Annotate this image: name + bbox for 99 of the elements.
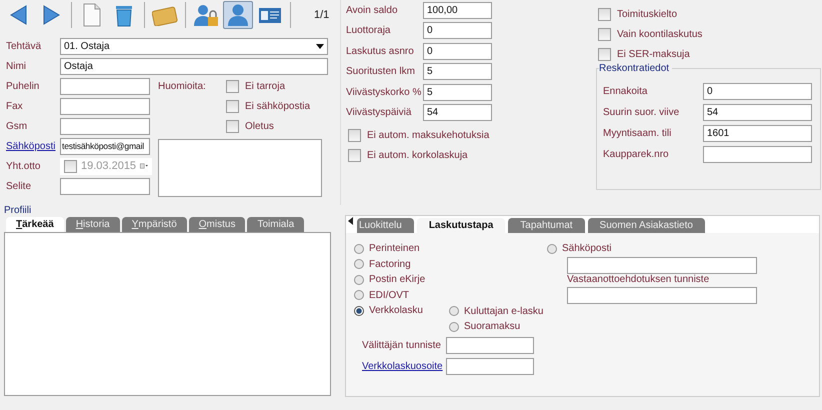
input-field[interactable]: 0 [703, 83, 812, 100]
input-field[interactable]: 5 [423, 84, 492, 101]
checkbox[interactable] [226, 80, 239, 92]
field-label: Nimi [6, 60, 27, 72]
radio-label: Kuluttajan e-lasku [464, 306, 544, 317]
id-card-icon [258, 5, 282, 25]
field-label: Viivästyskorko % [346, 86, 422, 98]
field-label: Suurin suor. viive [603, 107, 680, 118]
radio-button[interactable] [354, 244, 364, 254]
radio-button[interactable] [354, 290, 364, 300]
tab[interactable]: Tapahtumat [508, 218, 585, 233]
input-field[interactable]: 0 [423, 42, 492, 60]
radio-label: Suoramaksu [464, 321, 520, 332]
field-label: Kaupparek.nro [603, 149, 670, 160]
radio-label: Postin eKirje [369, 274, 426, 286]
checkbox-label: Ei sähköpostia [245, 100, 310, 112]
checkbox[interactable] [226, 120, 239, 132]
input-field[interactable]: 54 [703, 104, 812, 121]
radio-button[interactable] [354, 259, 364, 270]
field-label: Välittäjän tunniste [362, 340, 442, 350]
input-field[interactable] [446, 336, 534, 354]
field-label: Puhelin [6, 80, 40, 92]
field-label: Avoin saldo [346, 4, 399, 16]
checkbox-label: Ei tarroja [245, 80, 286, 92]
section-title: Profiili [4, 205, 32, 217]
field-label: Ennakoita [603, 86, 648, 97]
tab[interactable]: Ympäristö [122, 217, 187, 232]
link[interactable]: Verkkolaskuosoite [362, 360, 446, 372]
email-link[interactable]: Sähköposti [6, 140, 60, 152]
radio-button[interactable] [354, 274, 364, 285]
input-field[interactable]: 0 [423, 22, 492, 40]
tab[interactable]: Toimiala [247, 217, 304, 232]
input-field[interactable] [567, 286, 757, 304]
checkbox-label: Ei autom. korkolaskuja [367, 150, 468, 160]
scroll-left-icon[interactable] [348, 217, 354, 225]
notes-text-area[interactable] [158, 139, 322, 197]
toolbar-button[interactable] [223, 1, 253, 29]
calendar-icon [140, 161, 148, 171]
input-field[interactable]: Ostaja [60, 58, 328, 74]
input-field[interactable]: 54 [423, 104, 492, 122]
checkbox[interactable] [348, 128, 361, 142]
radio-button[interactable] [547, 244, 557, 254]
field-label: Viivästyspäiviä [346, 107, 412, 118]
notes-label: Huomioita: [158, 80, 207, 94]
tab[interactable]: Laskutustapa [416, 218, 506, 233]
field-label: Laskutus asnro [346, 46, 415, 57]
caret-icon [316, 44, 324, 48]
input-field[interactable]: 100,00 [423, 2, 492, 19]
input-field[interactable]: 1601 [703, 125, 812, 142]
radio-label: Perinteinen [369, 243, 420, 254]
input-field[interactable] [446, 358, 534, 374]
tab[interactable]: Luokittelu [357, 218, 414, 233]
field-label: Yht.otto [6, 160, 42, 172]
checkbox-label: Ei SER-maksuja [617, 48, 690, 60]
field-label: Selite [6, 180, 32, 192]
checkbox[interactable] [598, 48, 611, 60]
tab[interactable]: Omistus [188, 217, 246, 232]
field-label: Luottoraja [346, 25, 392, 36]
field-label: Suoritusten lkm [346, 66, 416, 78]
checkbox-label: Ei autom. maksukehotuksia [367, 130, 490, 140]
checkbox-label: Oletus [245, 120, 274, 132]
card-icon [152, 4, 178, 26]
field-label: Tehtävä [6, 40, 42, 52]
checkbox[interactable] [348, 148, 361, 162]
radio-label: EDI/OVT [369, 290, 410, 301]
checkbox[interactable] [64, 160, 77, 172]
input-field[interactable]: 5 [423, 63, 492, 80]
input-field[interactable] [60, 178, 150, 194]
checkbox[interactable] [226, 100, 239, 112]
tab[interactable]: Suomen Asiakastieto [588, 218, 705, 233]
input-field[interactable] [703, 146, 812, 163]
tab[interactable]: Historia [66, 217, 120, 232]
field-label: Fax [6, 100, 24, 112]
radio-label: Verkkolasku [369, 305, 423, 316]
checkbox-label: Vain koontilaskutus [617, 28, 702, 40]
trash-icon [114, 3, 134, 27]
input-field[interactable] [60, 98, 150, 114]
radio-button[interactable] [449, 306, 459, 316]
checkbox[interactable] [598, 28, 611, 40]
field-label: Myyntisaam. tili [603, 128, 672, 139]
radio-button[interactable] [354, 306, 364, 316]
radio-label: Sähköposti [562, 243, 612, 254]
field-label: Gsm [6, 120, 28, 132]
input-field[interactable] [60, 118, 150, 134]
field-label: Vastaanottoehdotuksen tunniste [567, 274, 710, 284]
dropdown[interactable]: 01. Ostaja [60, 38, 328, 54]
checkbox[interactable] [598, 8, 611, 20]
input-field[interactable] [567, 256, 757, 274]
input-field[interactable] [60, 78, 150, 94]
checkbox-label: Toimituskielto [617, 8, 678, 20]
document-icon [82, 3, 102, 27]
tab[interactable]: Tärkeää [6, 217, 64, 232]
radio-button[interactable] [449, 322, 459, 332]
user-icon [227, 3, 249, 27]
radio-label: Factoring [369, 258, 411, 270]
user-lock-icon [193, 3, 219, 27]
group-title: Reskontratiedot [599, 63, 672, 74]
page-indicator: 1/1 [314, 9, 330, 21]
input-field[interactable]: testisähköposti@gmail [60, 138, 150, 154]
